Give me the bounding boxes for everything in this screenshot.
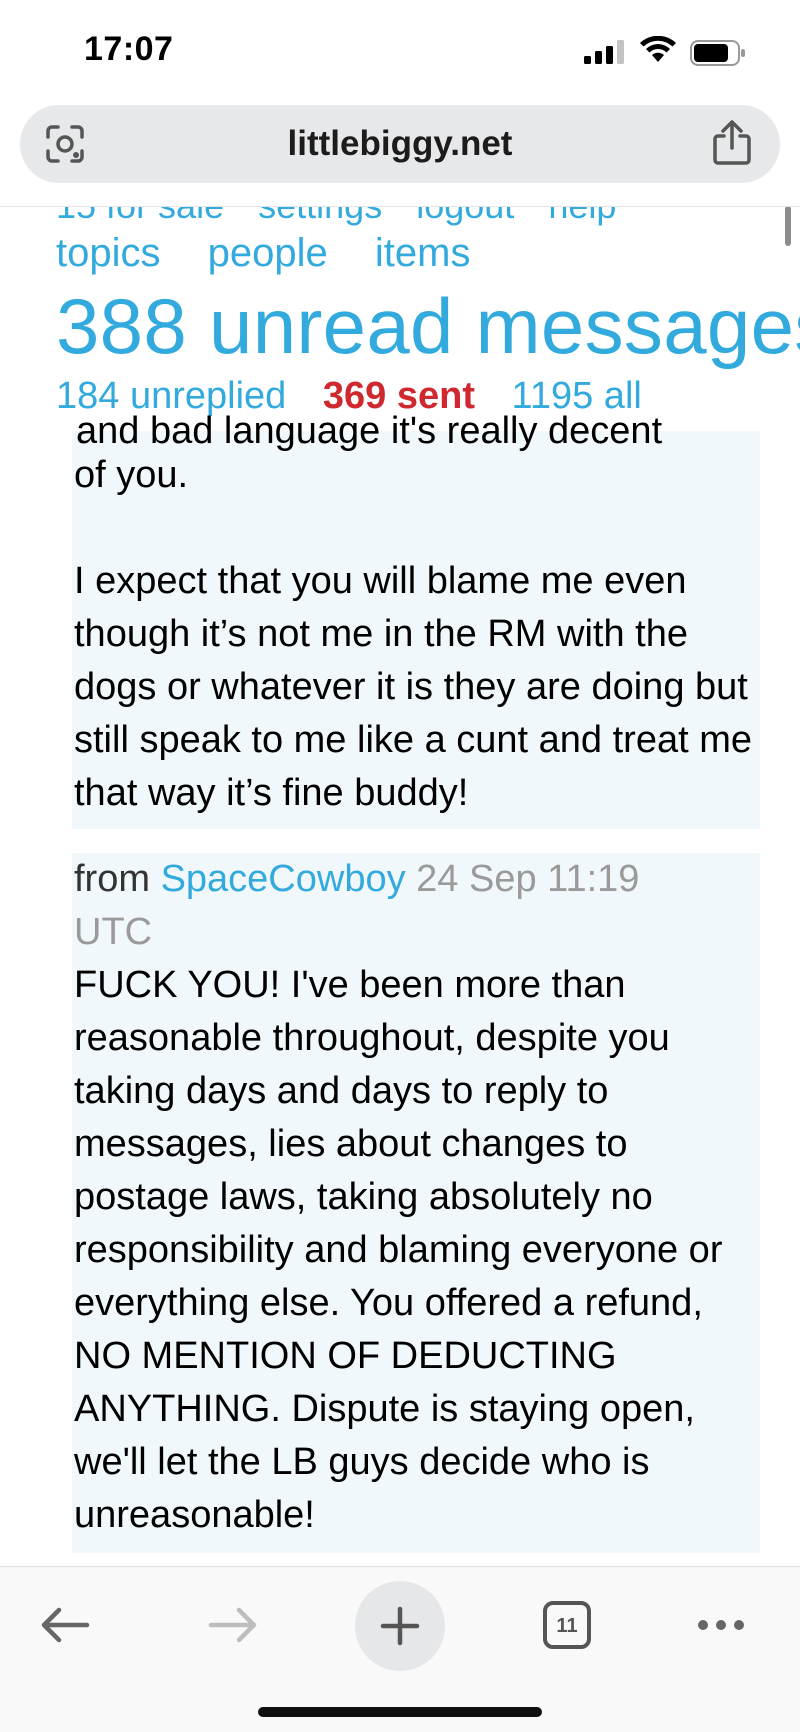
home-indicator bbox=[258, 1707, 542, 1717]
status-bar: 17:07 bbox=[0, 0, 800, 100]
page-content: 15 for sale settings logout help topics … bbox=[0, 206, 800, 1567]
message-meta: from SpaceCowboy 24 Sep 11:19 bbox=[72, 853, 760, 906]
message-body: FUCK YOU! I've been more than reasonable… bbox=[74, 964, 723, 1536]
link-settings[interactable]: settings bbox=[258, 207, 382, 226]
more-dots-icon bbox=[698, 1620, 744, 1630]
from-label: from bbox=[74, 858, 150, 900]
address-bar[interactable]: littlebiggy.net bbox=[20, 105, 780, 183]
tab-count: 11 bbox=[556, 1615, 577, 1637]
url-text: littlebiggy.net bbox=[287, 124, 513, 163]
message-item: and bad language it's really decent of y… bbox=[72, 410, 760, 829]
link-logout[interactable]: logout bbox=[416, 207, 514, 226]
arrow-left-icon bbox=[41, 1607, 90, 1643]
message-timezone: UTC bbox=[74, 911, 153, 953]
top-links: 15 for sale settings logout help bbox=[56, 207, 640, 227]
link-people[interactable]: people bbox=[208, 231, 328, 275]
arrow-right-icon bbox=[208, 1607, 257, 1643]
sender-link[interactable]: SpaceCowboy bbox=[161, 858, 406, 900]
message-date: 24 Sep 11:19 bbox=[416, 858, 640, 900]
new-tab-button[interactable] bbox=[355, 1581, 445, 1671]
share-icon[interactable] bbox=[710, 120, 754, 166]
battery-icon bbox=[690, 40, 745, 66]
back-button[interactable] bbox=[20, 1585, 110, 1665]
status-time: 17:07 bbox=[84, 30, 174, 68]
link-help[interactable]: help bbox=[548, 207, 616, 226]
link-for-sale[interactable]: 15 for sale bbox=[56, 207, 224, 226]
wifi-icon bbox=[640, 36, 676, 62]
nav-links: topics people items bbox=[56, 231, 506, 276]
cellular-signal-icon bbox=[584, 40, 624, 64]
link-items[interactable]: items bbox=[375, 231, 471, 275]
unread-messages-title[interactable]: 388 unread messages bbox=[56, 281, 800, 372]
tabs-icon: 11 bbox=[543, 1601, 591, 1649]
more-button[interactable] bbox=[676, 1585, 766, 1665]
plus-icon bbox=[380, 1606, 420, 1646]
message-item: from SpaceCowboy 24 Sep 11:19 UTC FUCK Y… bbox=[72, 853, 760, 1553]
tabs-button[interactable]: 11 bbox=[522, 1585, 612, 1665]
message-body: of you. I expect that you will blame me … bbox=[74, 454, 752, 814]
link-topics[interactable]: topics bbox=[56, 231, 161, 275]
browser-toolbar: 11 bbox=[0, 1566, 800, 1732]
forward-button[interactable] bbox=[188, 1585, 278, 1665]
